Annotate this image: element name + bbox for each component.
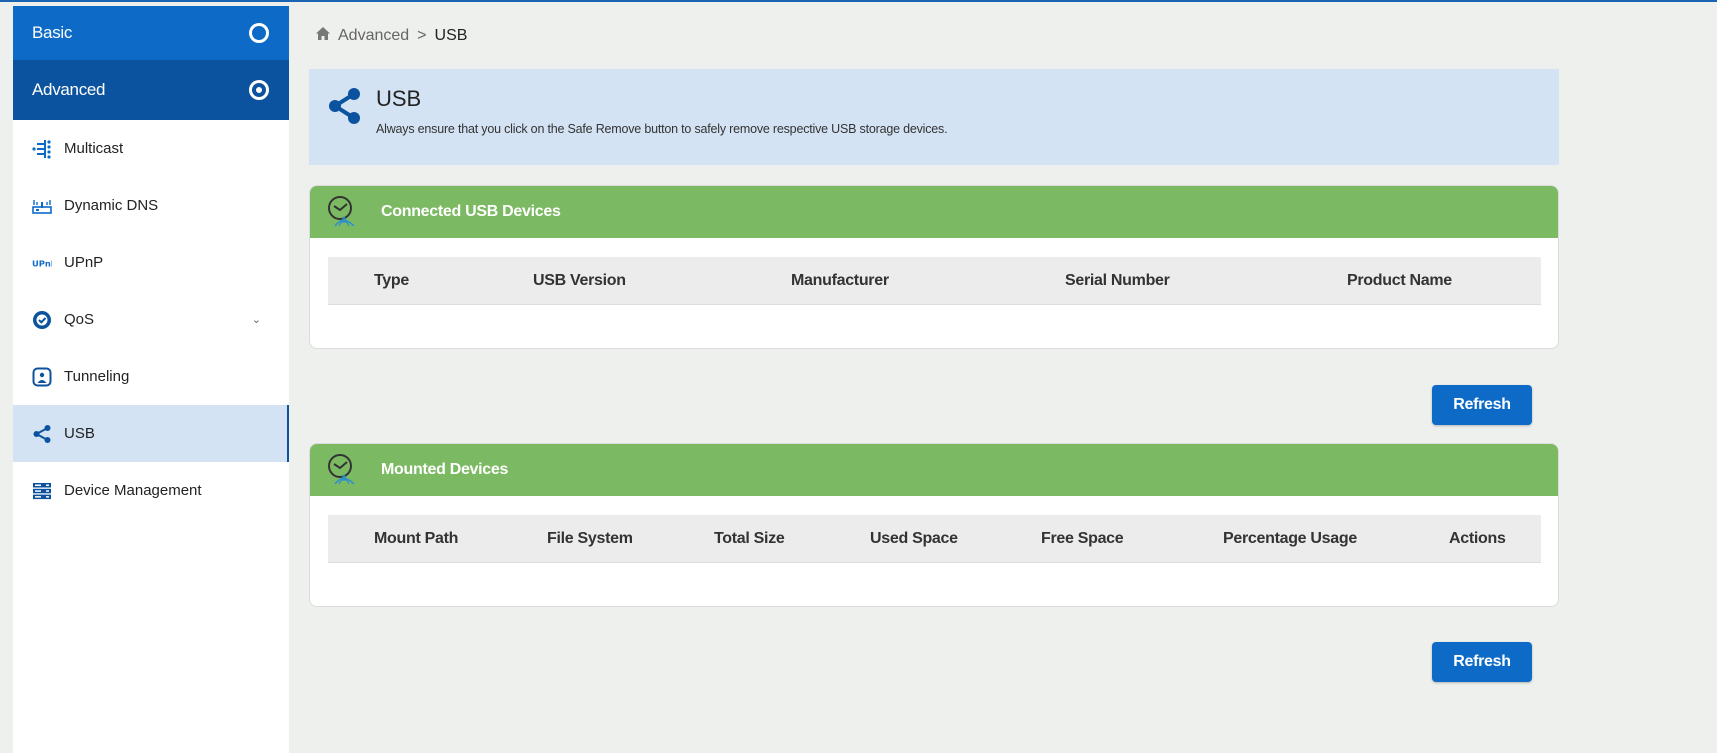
sidebar-item-multicast[interactable]: Multicast: [13, 120, 289, 177]
page-header-banner: USB Always ensure that you click on the …: [309, 69, 1559, 165]
sidebar-advanced-label: Advanced: [32, 80, 106, 99]
svg-text:UPnP: UPnP: [32, 258, 52, 268]
top-border: [0, 0, 1717, 2]
sidebar-advanced-section[interactable]: Advanced: [13, 60, 289, 120]
dynamic-dns-icon: [32, 196, 52, 216]
chevron-down-icon[interactable]: ⌄: [252, 313, 261, 326]
sidebar-basic-section[interactable]: Basic: [13, 6, 289, 60]
clock-globe-icon: [328, 196, 355, 227]
breadcrumb-separator: >: [417, 27, 427, 44]
card-header: Mounted Devices: [310, 444, 1558, 496]
upnp-icon: UPnP: [32, 253, 52, 273]
column-header: Total Size: [714, 530, 785, 547]
sidebar: Basic Advanced Multicast Dynamic DNS UPn…: [13, 6, 289, 753]
column-header: Mount Path: [374, 530, 459, 547]
radio-selected-icon: [249, 80, 269, 100]
refresh-connected-button[interactable]: Refresh: [1432, 385, 1532, 425]
home-icon[interactable]: [316, 27, 330, 45]
card-title: Mounted Devices: [381, 461, 509, 478]
breadcrumb: Advanced > USB: [316, 27, 467, 45]
sidebar-item-label: Multicast: [64, 140, 124, 157]
sidebar-item-label: USB: [64, 425, 95, 442]
sidebar-item-device-management[interactable]: Device Management: [13, 462, 289, 519]
sidebar-item-qos[interactable]: QoS ⌄: [13, 291, 289, 348]
column-header: USB Version: [533, 272, 626, 289]
column-header: Percentage Usage: [1223, 530, 1357, 547]
column-header: File System: [547, 530, 633, 547]
sidebar-item-tunneling[interactable]: Tunneling: [13, 348, 289, 405]
qos-icon: [32, 310, 52, 330]
card-header: Connected USB Devices: [310, 186, 1558, 238]
sidebar-item-label: Device Management: [64, 482, 202, 499]
column-header: Type: [374, 272, 409, 289]
connected-usb-devices-card: Connected USB Devices Type USB Version M…: [309, 185, 1559, 349]
radio-ring-icon: [249, 23, 269, 43]
breadcrumb-parent-link[interactable]: Advanced: [338, 27, 409, 45]
column-header: Manufacturer: [791, 272, 889, 289]
sidebar-item-label: UPnP: [64, 254, 104, 271]
device-management-icon: [32, 481, 52, 501]
sidebar-item-usb[interactable]: USB: [13, 405, 289, 462]
sidebar-basic-label: Basic: [32, 23, 73, 42]
breadcrumb-current: USB: [434, 27, 468, 44]
mounted-devices-card: Mounted Devices Mount Path File System T…: [309, 443, 1559, 607]
multicast-icon: [32, 139, 52, 159]
sidebar-item-upnp[interactable]: UPnP UPnP: [13, 234, 289, 291]
share-icon: [32, 424, 52, 444]
column-header: Used Space: [870, 530, 958, 547]
sidebar-item-label: QoS: [64, 311, 95, 328]
clock-globe-icon: [328, 454, 355, 485]
refresh-mounted-button[interactable]: Refresh: [1432, 642, 1532, 682]
sidebar-item-label: Tunneling: [64, 368, 130, 385]
table-header: Type USB Version Manufacturer Serial Num…: [328, 257, 1541, 305]
sidebar-item-dynamic-dns[interactable]: Dynamic DNS: [13, 177, 289, 234]
column-header: Free Space: [1041, 530, 1124, 547]
page-description: Always ensure that you click on the Safe…: [376, 122, 948, 136]
table-header: Mount Path File System Total Size Used S…: [328, 515, 1541, 563]
column-header: Serial Number: [1065, 272, 1170, 289]
page-title: USB: [376, 86, 422, 111]
column-header: Product Name: [1347, 272, 1452, 289]
tunneling-icon: [32, 367, 52, 387]
column-header: Actions: [1449, 530, 1506, 547]
sidebar-item-label: Dynamic DNS: [64, 197, 159, 214]
card-title: Connected USB Devices: [381, 203, 561, 220]
share-icon: [327, 87, 363, 130]
